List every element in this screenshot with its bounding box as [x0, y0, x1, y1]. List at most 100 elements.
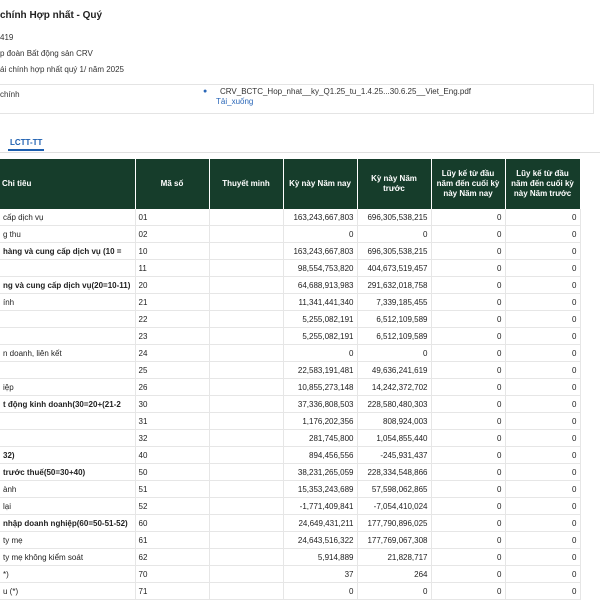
- row-previous: 808,924,003: [357, 412, 432, 430]
- row-name: g thu: [0, 225, 136, 243]
- row-note: [209, 514, 284, 532]
- row-ytd-current: 0: [431, 480, 506, 498]
- row-name: [0, 412, 136, 430]
- row-ytd-previous: 0: [505, 497, 581, 515]
- row-current: 22,583,191,481: [283, 361, 358, 379]
- row-previous: 696,305,538,215: [357, 209, 432, 226]
- row-code: 50: [135, 463, 210, 481]
- table-row: nhập doanh nghiệp(60=50-51-52) 60 24,649,4…: [0, 514, 581, 532]
- row-current: 37,336,808,503: [283, 395, 358, 413]
- row-code: 30: [135, 395, 210, 413]
- row-note: [209, 497, 284, 515]
- table-row: ty mẹ 61 24,643,516,322 177,769,067,308 0 0: [0, 531, 581, 549]
- row-note: [209, 242, 284, 260]
- table-row: *) 70 37 264 0 0: [0, 565, 581, 583]
- row-ytd-current: 0: [431, 259, 506, 277]
- table-row: ng và cung cấp dịch vụ(20=10-11) 20 64,688…: [0, 276, 581, 294]
- table-row: 11 98,554,753,820 404,673,519,457 0 0: [0, 259, 581, 277]
- row-code: 10: [135, 242, 210, 260]
- table-row: ty mẹ không kiểm soát 62 5,914,889 21,828,7…: [0, 548, 581, 566]
- row-note: [209, 276, 284, 294]
- row-note: [209, 395, 284, 413]
- row-previous: 0: [357, 344, 432, 362]
- row-previous: 696,305,538,215: [357, 242, 432, 260]
- row-code: 62: [135, 548, 210, 566]
- row-previous: 49,636,241,619: [357, 361, 432, 379]
- row-ytd-current: 0: [431, 412, 506, 430]
- table-row: 23 5,255,082,191 6,512,109,589 0 0: [0, 327, 581, 345]
- row-code: 20: [135, 276, 210, 294]
- row-note: [209, 582, 284, 600]
- row-code: 32: [135, 429, 210, 447]
- row-name: [0, 259, 136, 277]
- row-previous: 404,673,519,457: [357, 259, 432, 277]
- row-current: 38,231,265,059: [283, 463, 358, 481]
- row-name: 32): [0, 446, 136, 464]
- table-row: u (*) 71 0 0 0 0: [0, 582, 581, 600]
- row-note: [209, 548, 284, 566]
- row-current: 98,554,753,820: [283, 259, 358, 277]
- row-current: 37: [283, 565, 358, 583]
- row-ytd-current: 0: [431, 242, 506, 260]
- download-link[interactable]: Tải_xuống: [216, 97, 253, 106]
- row-current: 11,341,441,340: [283, 293, 358, 311]
- row-code: 71: [135, 582, 210, 600]
- row-note: [209, 327, 284, 345]
- row-note: [209, 480, 284, 498]
- row-name: hàng và cung cấp dịch vụ (10 =: [0, 242, 136, 260]
- row-current: 15,353,243,689: [283, 480, 358, 498]
- ticker-info: 419: [0, 33, 14, 42]
- header-ytd-current: Lũy kế từ đầu năm đến cuối kỳ này Năm na…: [431, 159, 506, 209]
- row-current: 5,255,082,191: [283, 310, 358, 328]
- row-ytd-current: 0: [431, 361, 506, 379]
- table-row: t động kinh doanh(30=20+(21-2 30 37,336,80…: [0, 395, 581, 413]
- row-current: 0: [283, 344, 358, 362]
- header-previous: Kỳ này Năm trước: [357, 159, 432, 209]
- row-ytd-previous: 0: [505, 378, 581, 396]
- row-name: iệp: [0, 378, 136, 396]
- table-row: 31 1,176,202,356 808,924,003 0 0: [0, 412, 581, 430]
- header-code: Mã số: [135, 159, 210, 209]
- row-code: 31: [135, 412, 210, 430]
- row-ytd-current: 0: [431, 293, 506, 311]
- table-row: lại 52 -1,771,409,841 -7,054,410,024 0 0: [0, 497, 581, 515]
- row-previous: 57,598,062,865: [357, 480, 432, 498]
- header-name: Chỉ tiêu: [0, 159, 136, 209]
- row-previous: 228,580,480,303: [357, 395, 432, 413]
- row-current: 64,688,913,983: [283, 276, 358, 294]
- row-name: [0, 429, 136, 447]
- row-code: 61: [135, 531, 210, 549]
- row-code: 11: [135, 259, 210, 277]
- tab-lctt-tt[interactable]: LCTT-TT: [10, 138, 42, 147]
- row-previous: 291,632,018,758: [357, 276, 432, 294]
- row-name: u (*): [0, 582, 136, 600]
- row-ytd-previous: 0: [505, 531, 581, 549]
- row-ytd-previous: 0: [505, 395, 581, 413]
- table-header-row: Chỉ tiêu Mã số Thuyết minh Kỳ này Năm na…: [0, 159, 581, 209]
- row-name: cấp dịch vụ: [0, 209, 136, 226]
- row-current: 10,855,273,148: [283, 378, 358, 396]
- row-ytd-previous: 0: [505, 514, 581, 532]
- row-name: ty mẹ không kiểm soát: [0, 548, 136, 566]
- row-code: 21: [135, 293, 210, 311]
- table-row: ính 21 11,341,441,340 7,339,185,455 0 0: [0, 293, 581, 311]
- row-ytd-previous: 0: [505, 259, 581, 277]
- row-ytd-previous: 0: [505, 225, 581, 243]
- row-code: 52: [135, 497, 210, 515]
- row-current: 5,914,889: [283, 548, 358, 566]
- company-info: p đoàn Bất động sản CRV: [0, 49, 93, 58]
- row-note: [209, 344, 284, 362]
- row-ytd-current: 0: [431, 225, 506, 243]
- row-code: 26: [135, 378, 210, 396]
- row-name: ành: [0, 480, 136, 498]
- row-code: 70: [135, 565, 210, 583]
- row-previous: 264: [357, 565, 432, 583]
- table-row: iệp 26 10,855,273,148 14,242,372,702 0 0: [0, 378, 581, 396]
- row-current: 1,176,202,356: [283, 412, 358, 430]
- row-ytd-current: 0: [431, 429, 506, 447]
- row-ytd-current: 0: [431, 395, 506, 413]
- table-row: cấp dịch vụ 01 163,243,667,803 696,305,538,…: [0, 209, 581, 226]
- attachment-label: chính: [0, 90, 20, 99]
- row-current: 281,745,800: [283, 429, 358, 447]
- bullet-icon: ●: [203, 88, 208, 95]
